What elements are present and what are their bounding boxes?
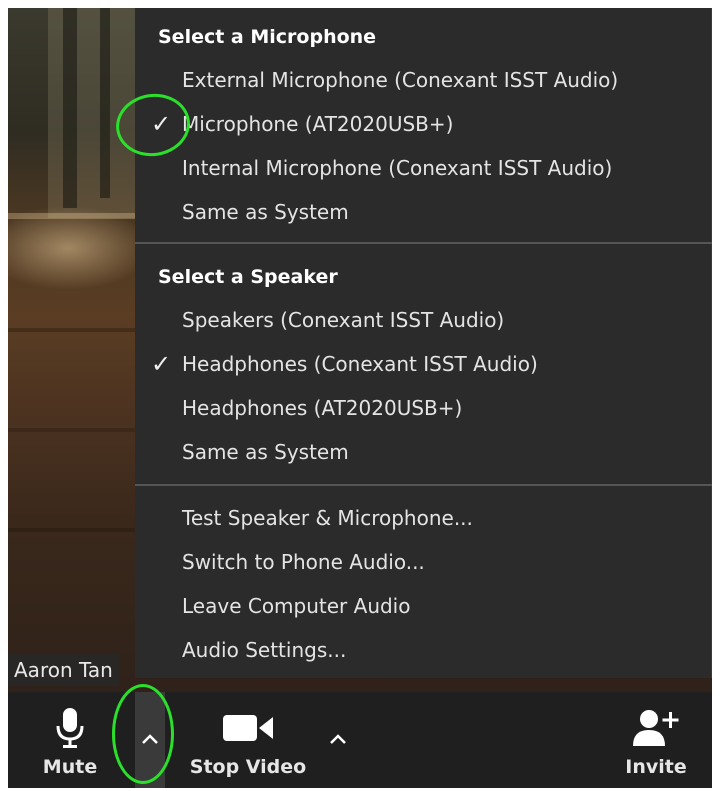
video-options-caret-button[interactable] [323,692,353,788]
meeting-toolbar: Mute Stop Video Invite [8,692,712,788]
menu-item-label: Headphones (Conexant ISST Audio) [182,352,538,376]
switch-to-phone-audio-item[interactable]: Switch to Phone Audio... [135,542,712,582]
speaker-section: Select a Speaker Speakers (Conexant ISST… [135,244,712,484]
checkmark-icon: ✓ [150,350,172,378]
audio-actions-section: Test Speaker & Microphone... Switch to P… [135,486,712,676]
menu-item-label: Microphone (AT2020USB+) [182,112,454,136]
menu-item-label: Switch to Phone Audio... [182,550,425,574]
mute-button[interactable]: Mute [28,692,112,788]
menu-item-label: Headphones (AT2020USB+) [182,396,463,420]
mic-option-at2020usb[interactable]: ✓ Microphone (AT2020USB+) [135,104,712,144]
mic-option-internal[interactable]: Internal Microphone (Conexant ISST Audio… [135,148,712,188]
microphone-section-header: Select a Microphone [158,26,377,48]
menu-item-label: Speakers (Conexant ISST Audio) [182,308,505,332]
speaker-option-speakers[interactable]: Speakers (Conexant ISST Audio) [135,300,712,340]
stop-video-button[interactable]: Stop Video [183,692,313,788]
menu-item-label: Same as System [182,440,349,464]
speaker-section-header: Select a Speaker [158,266,338,288]
chevron-up-icon [140,731,160,750]
menu-item-label: Audio Settings... [182,638,347,662]
menu-item-label: Same as System [182,200,349,224]
menu-item-label: External Microphone (Conexant ISST Audio… [182,68,619,92]
speaker-option-headphones-at2020usb[interactable]: Headphones (AT2020USB+) [135,388,712,428]
participant-name-label: Aaron Tan [8,654,119,686]
mute-label: Mute [42,756,98,778]
mic-option-same-as-system[interactable]: Same as System [135,192,712,232]
menu-item-label: Leave Computer Audio [182,594,411,618]
invite-label: Invite [625,756,687,778]
chevron-up-icon [328,731,348,750]
mic-option-external[interactable]: External Microphone (Conexant ISST Audio… [135,60,712,100]
meeting-window: Aaron Tan Select a Microphone External M… [8,8,712,788]
menu-item-label: Test Speaker & Microphone... [182,506,473,530]
leave-computer-audio-item[interactable]: Leave Computer Audio [135,586,712,626]
audio-options-caret-button[interactable] [135,692,165,788]
microphone-icon [54,706,86,750]
test-speaker-microphone-item[interactable]: Test Speaker & Microphone... [135,498,712,538]
speaker-option-same-as-system[interactable]: Same as System [135,432,712,472]
audio-settings-item[interactable]: Audio Settings... [135,630,712,670]
audio-options-menu: Select a Microphone External Microphone … [135,8,712,678]
stop-video-label: Stop Video [189,756,307,778]
add-user-icon [631,706,681,750]
invite-button[interactable]: Invite [616,692,696,788]
menu-item-label: Internal Microphone (Conexant ISST Audio… [182,156,613,180]
checkmark-icon: ✓ [150,110,172,138]
speaker-option-headphones-conexant[interactable]: ✓ Headphones (Conexant ISST Audio) [135,344,712,384]
video-camera-icon [221,706,275,750]
microphone-section: Select a Microphone External Microphone … [135,8,712,244]
